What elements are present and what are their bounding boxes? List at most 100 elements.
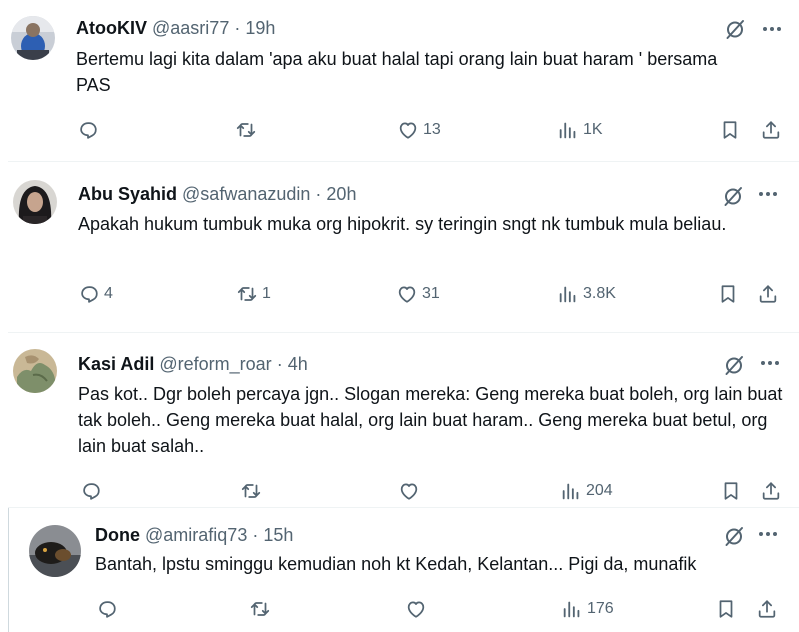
tweet-3[interactable]: Kasi Adil @reform_roar · 4h Pas kot.. Dg… bbox=[0, 333, 799, 508]
tweet-text: Pas kot.. Dgr boleh percaya jgn.. Slogan… bbox=[78, 384, 783, 456]
more-icon[interactable] bbox=[756, 182, 780, 206]
tweet-1[interactable]: AtooKIV @aasri77 · 19h Bertemu lagi kita… bbox=[0, 0, 799, 160]
like-button[interactable]: 31 bbox=[396, 282, 440, 306]
retweet-icon bbox=[235, 119, 257, 141]
like-button[interactable]: 13 bbox=[397, 118, 441, 142]
views-count: 176 bbox=[587, 600, 614, 617]
share-button[interactable] bbox=[760, 118, 782, 142]
retweet-icon bbox=[236, 283, 258, 305]
reply-icon bbox=[96, 598, 118, 620]
bookmark-button[interactable] bbox=[720, 479, 742, 503]
display-name[interactable]: Abu Syahid bbox=[78, 184, 177, 204]
tweet-header: Kasi Adil @reform_roar · 4h bbox=[78, 353, 308, 375]
bookmark-button[interactable] bbox=[719, 118, 741, 142]
like-button[interactable] bbox=[405, 597, 431, 621]
user-handle[interactable]: @safwanazudin bbox=[182, 184, 310, 204]
timestamp[interactable]: 19h bbox=[245, 18, 275, 38]
grok-icon[interactable] bbox=[722, 353, 746, 377]
retweet-button[interactable]: 1 bbox=[236, 282, 271, 306]
views-count: 3.8K bbox=[583, 285, 616, 302]
bookmark-icon bbox=[715, 598, 737, 620]
action-bar: 4 1 31 3.8K bbox=[0, 282, 799, 306]
action-bar: 176 bbox=[0, 597, 799, 621]
reply-button[interactable] bbox=[77, 118, 103, 142]
reply-button[interactable] bbox=[80, 479, 106, 503]
tweet-header: AtooKIV @aasri77 · 19h bbox=[76, 17, 275, 39]
tweet-2[interactable]: Abu Syahid @safwanazudin · 20h Apakah hu… bbox=[0, 162, 799, 332]
views-icon bbox=[557, 119, 579, 141]
views-button[interactable]: 204 bbox=[560, 479, 613, 503]
share-icon bbox=[760, 480, 782, 502]
avatar[interactable] bbox=[13, 180, 57, 224]
views-button[interactable]: 3.8K bbox=[557, 282, 616, 306]
like-icon bbox=[397, 119, 419, 141]
tweet-text: Apakah hukum tumbuk muka org hipokrit. s… bbox=[78, 214, 727, 234]
more-icon[interactable] bbox=[756, 522, 780, 546]
avatar[interactable] bbox=[11, 16, 55, 60]
reply-icon bbox=[77, 119, 99, 141]
tweet-text: Bantah, lpstu sminggu kemudian noh kt Ke… bbox=[95, 554, 697, 574]
share-icon bbox=[757, 283, 779, 305]
like-icon bbox=[398, 480, 420, 502]
like-icon bbox=[396, 283, 418, 305]
avatar[interactable] bbox=[29, 525, 81, 577]
bookmark-icon bbox=[720, 480, 742, 502]
share-icon bbox=[760, 119, 782, 141]
timestamp[interactable]: 15h bbox=[263, 525, 293, 545]
user-handle[interactable]: @amirafiq73 bbox=[145, 525, 247, 545]
share-button[interactable] bbox=[760, 479, 782, 503]
reply-count: 4 bbox=[104, 285, 113, 302]
share-button[interactable] bbox=[756, 597, 778, 621]
retweet-button[interactable] bbox=[240, 479, 266, 503]
views-button[interactable]: 1K bbox=[557, 118, 603, 142]
reply-button[interactable] bbox=[96, 597, 122, 621]
more-icon[interactable] bbox=[760, 17, 784, 41]
retweet-icon bbox=[240, 480, 262, 502]
avatar[interactable] bbox=[13, 349, 57, 393]
retweet-button[interactable] bbox=[249, 597, 275, 621]
reply-icon bbox=[80, 480, 102, 502]
display-name[interactable]: AtooKIV bbox=[76, 18, 147, 38]
timestamp[interactable]: 20h bbox=[326, 184, 356, 204]
like-count: 13 bbox=[423, 121, 441, 138]
display-name[interactable]: Kasi Adil bbox=[78, 354, 154, 374]
like-icon bbox=[405, 598, 427, 620]
reply-button[interactable]: 4 bbox=[78, 282, 113, 306]
display-name[interactable]: Done bbox=[95, 525, 140, 545]
separator: · bbox=[315, 184, 322, 204]
views-icon bbox=[560, 480, 582, 502]
bookmark-button[interactable] bbox=[715, 597, 737, 621]
views-count: 1K bbox=[583, 121, 603, 138]
share-icon bbox=[756, 598, 778, 620]
views-count: 204 bbox=[586, 482, 613, 499]
separator: · bbox=[252, 525, 259, 545]
bookmark-icon bbox=[717, 283, 739, 305]
grok-icon[interactable] bbox=[722, 524, 746, 548]
views-icon bbox=[557, 283, 579, 305]
like-button[interactable] bbox=[398, 479, 424, 503]
views-button[interactable]: 176 bbox=[561, 597, 614, 621]
tweet-text: Bertemu lagi kita dalam 'apa aku buat ha… bbox=[76, 49, 718, 95]
timestamp[interactable]: 4h bbox=[288, 354, 308, 374]
tweet-header: Done @amirafiq73 · 15h bbox=[95, 524, 293, 546]
separator: · bbox=[276, 354, 283, 374]
retweet-icon bbox=[249, 598, 271, 620]
retweet-count: 1 bbox=[262, 285, 271, 302]
tweet-4[interactable]: Done @amirafiq73 · 15h Bantah, lpstu smi… bbox=[0, 508, 799, 632]
views-icon bbox=[561, 598, 583, 620]
tweet-header: Abu Syahid @safwanazudin · 20h bbox=[78, 183, 356, 205]
bookmark-button[interactable] bbox=[717, 282, 739, 306]
grok-icon[interactable] bbox=[721, 184, 745, 208]
user-handle[interactable]: @aasri77 bbox=[152, 18, 229, 38]
reply-icon bbox=[78, 283, 100, 305]
action-bar: 204 bbox=[0, 479, 799, 503]
user-handle[interactable]: @reform_roar bbox=[159, 354, 271, 374]
retweet-button[interactable] bbox=[235, 118, 261, 142]
action-bar: 13 1K bbox=[0, 118, 799, 142]
more-icon[interactable] bbox=[758, 351, 782, 375]
share-button[interactable] bbox=[757, 282, 779, 306]
separator: · bbox=[234, 18, 241, 38]
bookmark-icon bbox=[719, 119, 741, 141]
like-count: 31 bbox=[422, 285, 440, 302]
grok-icon[interactable] bbox=[723, 17, 747, 41]
